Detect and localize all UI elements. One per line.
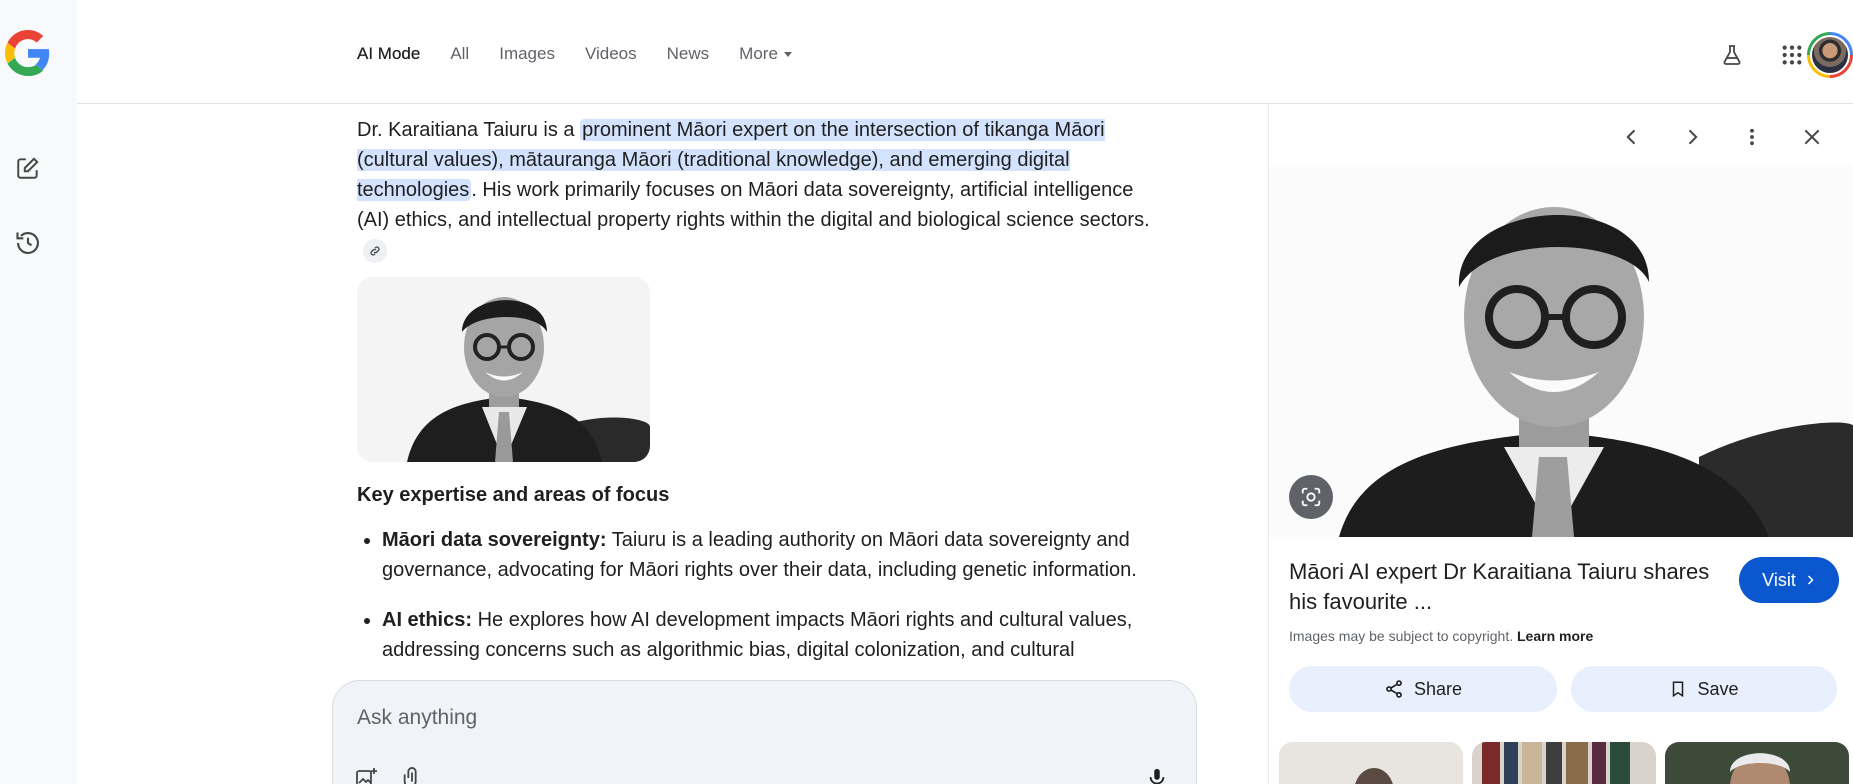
more-vert-icon[interactable]: [1734, 119, 1770, 155]
apps-grid-icon[interactable]: [1775, 38, 1809, 72]
related-image-thumbnail[interactable]: [1279, 742, 1463, 784]
attach-icon[interactable]: [397, 763, 427, 784]
bullet-text: He explores how AI development impacts M…: [382, 609, 1133, 661]
visit-button[interactable]: Visit: [1739, 557, 1839, 603]
ai-answer: Dr. Karaitiana Taiuru is a prominent Māo…: [357, 105, 1177, 680]
tab-label: All: [450, 44, 470, 63]
portrait-thumbnail[interactable]: [357, 277, 650, 462]
chevron-right-icon[interactable]: [1674, 119, 1710, 155]
microphone-icon[interactable]: [1142, 763, 1172, 784]
save-label: Save: [1697, 678, 1739, 699]
lens-search-icon[interactable]: [1289, 475, 1333, 519]
intro-text: Dr. Karaitiana Taiuru is a: [357, 119, 581, 141]
bullet-title: Māori data sovereignty:: [382, 529, 607, 551]
tab-more[interactable]: More: [739, 44, 792, 64]
chevron-left-icon[interactable]: [1614, 119, 1650, 155]
tab-news[interactable]: News: [667, 44, 710, 64]
share-button[interactable]: Share: [1289, 666, 1557, 712]
section-heading: Key expertise and areas of focus: [357, 484, 670, 506]
image-side-panel: Māori AI expert Dr Karaitiana Taiuru sha…: [1268, 105, 1853, 784]
bookmark-icon: [1673, 681, 1684, 698]
ask-input[interactable]: [357, 703, 1057, 733]
caret-down-icon: [783, 51, 792, 57]
tab-images[interactable]: Images: [499, 44, 555, 64]
related-image-thumbnail[interactable]: [1472, 742, 1656, 784]
tab-videos[interactable]: Videos: [585, 44, 637, 64]
share-label: Share: [1413, 678, 1463, 699]
intro-text-continued: . His work primarily focuses on Māori da…: [357, 179, 1150, 231]
chevron-right-icon: [1807, 575, 1814, 585]
expertise-list: Māori data sovereignty: Taiuru is a lead…: [357, 525, 1177, 665]
add-image-icon[interactable]: [351, 763, 381, 784]
list-item: AI ethics: He explores how AI developmen…: [382, 605, 1177, 665]
learn-more-link[interactable]: Learn more: [1517, 628, 1593, 644]
share-icon: [1386, 680, 1402, 698]
tab-label: News: [666, 44, 710, 63]
tab-ai-mode[interactable]: AI Mode: [357, 44, 420, 64]
close-icon[interactable]: [1794, 119, 1830, 155]
image-source-title[interactable]: Māori AI expert Dr Karaitiana Taiuru sha…: [1289, 557, 1729, 617]
tab-all[interactable]: All: [450, 44, 469, 64]
tab-label: Images: [499, 44, 555, 63]
intro-paragraph: Dr. Karaitiana Taiuru is a prominent Māo…: [357, 115, 1167, 265]
history-icon[interactable]: [10, 225, 46, 261]
tab-label: Videos: [584, 44, 637, 63]
related-image-thumbnail[interactable]: [1665, 742, 1849, 784]
visit-label: Visit: [1762, 569, 1796, 590]
copyright-text: Images may be subject to copyright.: [1289, 628, 1514, 644]
preview-image[interactable]: [1269, 167, 1853, 537]
google-logo[interactable]: [5, 30, 51, 76]
labs-flask-icon[interactable]: [1715, 38, 1749, 72]
link-icon[interactable]: [363, 238, 387, 263]
new-chat-icon[interactable]: [10, 150, 46, 186]
bullet-title: AI ethics:: [382, 609, 473, 631]
left-rail: [0, 0, 77, 784]
save-button[interactable]: Save: [1571, 666, 1837, 712]
list-item: Māori data sovereignty: Taiuru is a lead…: [382, 525, 1177, 585]
tab-label: AI Mode: [357, 44, 421, 63]
tab-label: More: [739, 44, 778, 63]
account-avatar[interactable]: [1807, 32, 1853, 78]
top-header: AI Mode All Images Videos News More: [77, 0, 1853, 104]
copyright-notice: Images may be subject to copyright. Lear…: [1289, 628, 1593, 644]
search-tabs: AI Mode All Images Videos News More: [357, 44, 822, 64]
ask-box: [332, 680, 1197, 784]
